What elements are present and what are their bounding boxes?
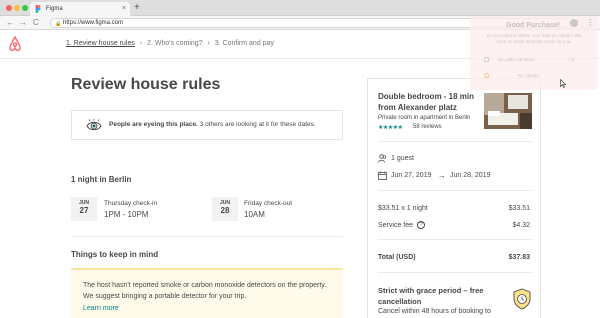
calendar-icon	[378, 171, 387, 180]
checkout-date-box: JUN 28	[212, 197, 238, 221]
detector-notice-text: The host hasn't reported smoke or carbon…	[83, 282, 327, 300]
notification-menu-icon[interactable]: ⋮	[586, 16, 594, 30]
total-label: Total (USD)	[378, 254, 416, 261]
total-value: $37.83	[508, 254, 530, 261]
service-fee-label: Service fee	[378, 222, 414, 229]
step-confirm-and-pay[interactable]: 3. Confirm and pay	[215, 40, 274, 47]
checkout-time: 10AM	[244, 210, 265, 219]
lock-icon: 🔒	[55, 21, 62, 27]
cursor-icon	[560, 79, 566, 88]
nightly-price-label: $33.51 x 1 night	[378, 205, 428, 212]
cancellation-subtitle: Cancel within 48 hours of booking to	[378, 308, 491, 315]
close-window-dot[interactable]	[6, 5, 12, 11]
date-from: Jun 27, 2019	[391, 172, 432, 179]
eyeing-rest-text: 3 others are looking at it for these dat…	[199, 121, 316, 128]
guest-count: 1 guest	[391, 155, 414, 162]
checkout-day: 28	[220, 206, 230, 215]
tab-title: Figma	[46, 6, 63, 12]
learn-more-link[interactable]: Learn more	[83, 305, 119, 312]
minimize-window-dot[interactable]	[14, 5, 20, 11]
checkin-info: Thursday check-in 1PM - 10PM	[104, 200, 157, 219]
card-divider	[378, 239, 532, 240]
checkout-info: Friday check-out 10AM	[244, 200, 292, 219]
checkin-date-box: JUN 27	[71, 197, 97, 221]
notification-title: Good Purchase!	[506, 22, 561, 29]
eye-icon	[86, 119, 102, 131]
listing-photo	[484, 93, 532, 129]
booking-steps: 1. Review house rules › 2. Who's coming?…	[66, 40, 277, 47]
back-icon[interactable]: ←	[6, 17, 14, 29]
extension-notification: Good Purchase! ⋮ Do you want to delete y…	[470, 16, 598, 90]
new-tab-button[interactable]: +	[134, 1, 140, 15]
checkin-time: 1PM - 10PM	[104, 210, 149, 219]
page-title: Review house rules	[71, 76, 221, 93]
checkin-label: Thursday check-in	[104, 200, 158, 207]
card-divider	[378, 190, 532, 191]
option-circle-icon	[484, 73, 489, 78]
notification-avatar-icon[interactable]	[570, 19, 578, 27]
notification-option-1[interactable]: No, take me there	[498, 57, 534, 62]
card-divider	[378, 141, 532, 142]
maximize-window-dot[interactable]	[22, 5, 28, 11]
browser-tab[interactable]: Figma ×	[30, 2, 130, 16]
nightly-price-value: $33.51	[508, 205, 530, 212]
reload-icon[interactable]: C	[33, 17, 39, 29]
info-icon[interactable]: ?	[417, 221, 425, 229]
step-review-house-rules[interactable]: 1. Review house rules	[66, 40, 135, 47]
checkout-label: Friday check-out	[244, 200, 293, 207]
listing-subtitle: Private room in apartment in Berlin	[378, 115, 471, 121]
rating-stars-icon: ★★★★★	[378, 125, 403, 131]
eyeing-bold-text: People are eyeing this place.	[109, 121, 198, 128]
badge-icon	[513, 288, 531, 310]
figma-favicon-icon	[35, 5, 41, 13]
service-fee-value: $4.32	[512, 222, 530, 229]
airbnb-logo[interactable]	[8, 36, 22, 52]
step-whos-coming[interactable]: 2. Who's coming?	[147, 40, 202, 47]
date-arrow-icon: →	[438, 171, 446, 180]
things-to-keep-heading: Things to keep in mind	[71, 250, 159, 259]
card-divider	[378, 272, 532, 273]
step-separator: ›	[139, 40, 143, 47]
eyeing-notice: People are eyeing this place. 3 others a…	[71, 110, 343, 140]
checkin-day: 27	[79, 206, 89, 215]
option-box-icon	[484, 57, 489, 62]
guest-icon	[378, 154, 387, 163]
url-text: https://www.figma.com	[63, 20, 124, 26]
step-separator: ›	[207, 40, 210, 47]
section-divider	[71, 236, 343, 237]
browser-tab-bar: Figma × +	[0, 0, 600, 16]
tab-close-icon[interactable]: ×	[122, 2, 126, 16]
notification-body: Do you want to delete your data on Airbn…	[486, 33, 582, 44]
cancellation-title: Strict with grace period – free cancella…	[378, 286, 484, 306]
notification-option-1-extra: > 6	[568, 57, 575, 62]
listing-title: Double bedroom - 18 min from Alexander p…	[378, 92, 475, 112]
notification-option-2[interactable]: No, thanks	[518, 73, 540, 78]
nights-heading: 1 night in Berlin	[71, 175, 132, 184]
review-count: 58 reviews	[413, 124, 442, 130]
listing-summary-card: Double bedroom - 18 min from Alexander p…	[367, 78, 541, 318]
forward-icon[interactable]: →	[19, 17, 27, 29]
detector-notice: The host hasn't reported smoke or carbon…	[71, 268, 343, 318]
date-to: Jun 28, 2019	[450, 172, 491, 179]
